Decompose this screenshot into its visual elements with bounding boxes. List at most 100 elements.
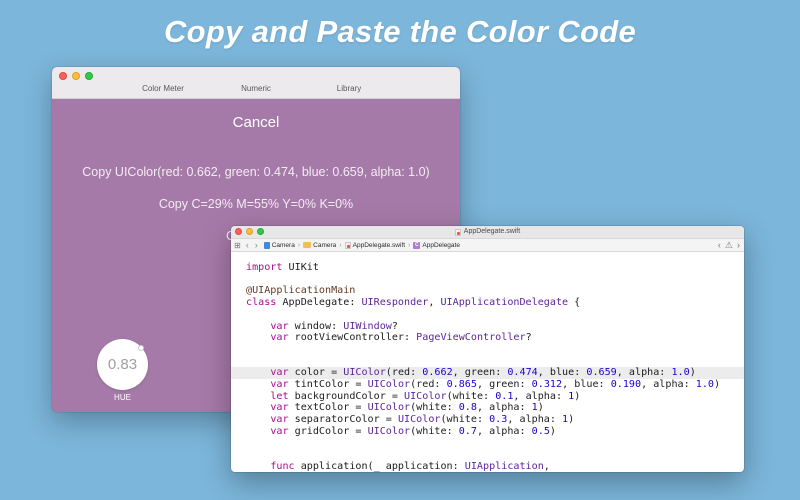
code-token: UIApplicationDelegate bbox=[440, 297, 569, 309]
code-token: , alpha: bbox=[616, 367, 672, 379]
code-token: var bbox=[270, 414, 289, 426]
project-icon bbox=[263, 241, 270, 249]
code-token: , blue: bbox=[537, 367, 587, 379]
breadcrumb-label: AppDelegate.swift bbox=[352, 241, 406, 249]
editor-titlebar: AppDelegate.swift bbox=[231, 226, 744, 238]
code-line[interactable]: class AppDelegate: UIResponder, UIApplic… bbox=[231, 297, 744, 309]
zoom-window-button[interactable] bbox=[85, 72, 93, 80]
code-token: let bbox=[270, 390, 289, 402]
tab-color-meter[interactable]: Color Meter bbox=[117, 84, 210, 93]
code-token: (white: bbox=[446, 390, 496, 402]
editor-window-title: AppDelegate.swift bbox=[463, 228, 521, 235]
code-token: 1.0 bbox=[695, 379, 715, 390]
code-line[interactable] bbox=[231, 344, 744, 356]
code-line[interactable] bbox=[231, 449, 744, 461]
minimize-window-button[interactable] bbox=[72, 72, 80, 80]
hue-label: HUE bbox=[114, 393, 131, 402]
code-token: 0.1 bbox=[495, 390, 514, 402]
related-items-grid-icon[interactable]: ⊞ bbox=[234, 241, 241, 250]
issue-next-icon[interactable]: › bbox=[737, 240, 740, 251]
code-token: @UIApplicationMain bbox=[246, 285, 356, 297]
code-token: ) bbox=[689, 367, 696, 379]
code-line[interactable]: func application(_ application: UIApplic… bbox=[231, 461, 744, 472]
code-token: 0.659 bbox=[586, 367, 617, 379]
back-arrow-icon[interactable]: ‹ bbox=[246, 240, 249, 250]
warning-icon[interactable]: ⚠ bbox=[725, 240, 733, 251]
code-token: func bbox=[270, 460, 295, 472]
code-token: 0.312 bbox=[531, 379, 563, 390]
code-line[interactable]: var textColor = UIColor(white: 0.8, alph… bbox=[231, 402, 744, 414]
copy-cmyk-button[interactable]: Copy C=29% M=55% Y=0% K=0% bbox=[52, 197, 460, 211]
code-token: 0.8 bbox=[458, 402, 477, 414]
code-token: , alpha: bbox=[476, 402, 532, 414]
code-line[interactable]: var window: UIWindow? bbox=[231, 321, 744, 333]
code-token: ) bbox=[714, 379, 721, 390]
code-line[interactable]: var color = UIColor(red: 0.662, green: 0… bbox=[231, 367, 744, 379]
editor-close-button[interactable] bbox=[235, 228, 242, 235]
code-line[interactable]: @UIApplicationMain bbox=[231, 285, 744, 297]
copy-uicolor-button[interactable]: Copy UIColor(red: 0.662, green: 0.474, b… bbox=[52, 165, 460, 179]
editor-zoom-button[interactable] bbox=[257, 228, 264, 235]
code-line[interactable]: var rootViewController: PageViewControll… bbox=[231, 332, 744, 344]
code-token: 0.5 bbox=[531, 425, 550, 437]
code-line[interactable]: var gridColor = UIColor(white: 0.7, alph… bbox=[231, 426, 744, 438]
code-token: UIKit bbox=[282, 262, 319, 273]
code-token: UIColor bbox=[397, 414, 441, 426]
code-token: ) bbox=[537, 402, 544, 414]
code-token: , alpha: bbox=[507, 414, 563, 426]
close-window-button[interactable] bbox=[59, 72, 67, 80]
issue-prev-icon[interactable]: ‹ bbox=[718, 240, 721, 251]
editor-window-controls bbox=[235, 228, 264, 235]
code-token: UIWindow bbox=[343, 320, 392, 332]
hue-indicator-dot bbox=[138, 345, 144, 351]
code-token: (white: bbox=[440, 414, 490, 426]
code-token: 0.662 bbox=[422, 367, 453, 379]
code-token: color = bbox=[288, 367, 344, 379]
code-token: var bbox=[270, 402, 289, 414]
code-line[interactable] bbox=[231, 356, 744, 368]
code-line[interactable] bbox=[231, 274, 744, 286]
code-token: UIApplication bbox=[464, 460, 544, 472]
code-line[interactable]: var separatorColor = UIColor(white: 0.3,… bbox=[231, 414, 744, 426]
breadcrumb-project[interactable]: Camera bbox=[263, 241, 295, 249]
code-token: 0.474 bbox=[507, 367, 538, 379]
code-token: PageViewController bbox=[416, 332, 526, 344]
copy-option-partial[interactable]: Co bbox=[52, 229, 242, 243]
hue-value: 0.83 bbox=[107, 356, 138, 373]
code-token: tintColor = bbox=[288, 379, 368, 390]
code-editor[interactable]: import UIKit @UIApplicationMain class AppD… bbox=[231, 252, 744, 472]
breadcrumb-class[interactable]: C AppDelegate bbox=[413, 241, 460, 249]
code-line[interactable]: import UIKit bbox=[231, 262, 744, 274]
code-token: window: bbox=[288, 320, 344, 332]
breadcrumb-file[interactable]: AppDelegate.swift bbox=[344, 241, 406, 249]
code-token: UIColor bbox=[367, 379, 411, 390]
code-token: UIColor bbox=[343, 367, 386, 379]
editor-minimize-button[interactable] bbox=[246, 228, 253, 235]
breadcrumb-group[interactable]: Camera bbox=[303, 242, 336, 249]
code-token: ? bbox=[525, 332, 532, 344]
code-token: { bbox=[568, 297, 581, 309]
forward-arrow-icon[interactable]: › bbox=[255, 240, 258, 250]
code-line[interactable] bbox=[231, 309, 744, 321]
code-line[interactable]: var tintColor = UIColor(red: 0.865, gree… bbox=[231, 379, 744, 391]
code-token: UIResponder bbox=[361, 297, 429, 309]
tab-numeric[interactable]: Numeric bbox=[210, 84, 303, 93]
class-icon: C bbox=[413, 241, 421, 249]
code-token: , green: bbox=[452, 367, 508, 379]
code-token: (red: bbox=[410, 379, 447, 390]
hue-knob[interactable]: 0.83 bbox=[97, 339, 148, 390]
cancel-button[interactable]: Cancel bbox=[52, 114, 460, 131]
code-token: application(_ application: bbox=[294, 460, 465, 472]
jump-bar-right-controls: ‹ ⚠ › bbox=[718, 240, 740, 251]
code-token: var bbox=[270, 379, 289, 390]
code-line[interactable]: let backgroundColor = UIColor(white: 0.1… bbox=[231, 391, 744, 403]
code-token: AppDelegate: bbox=[276, 297, 362, 309]
code-line[interactable] bbox=[231, 438, 744, 450]
code-token: , bbox=[428, 297, 441, 309]
swift-file-icon bbox=[454, 228, 461, 236]
tab-library[interactable]: Library bbox=[303, 84, 396, 93]
